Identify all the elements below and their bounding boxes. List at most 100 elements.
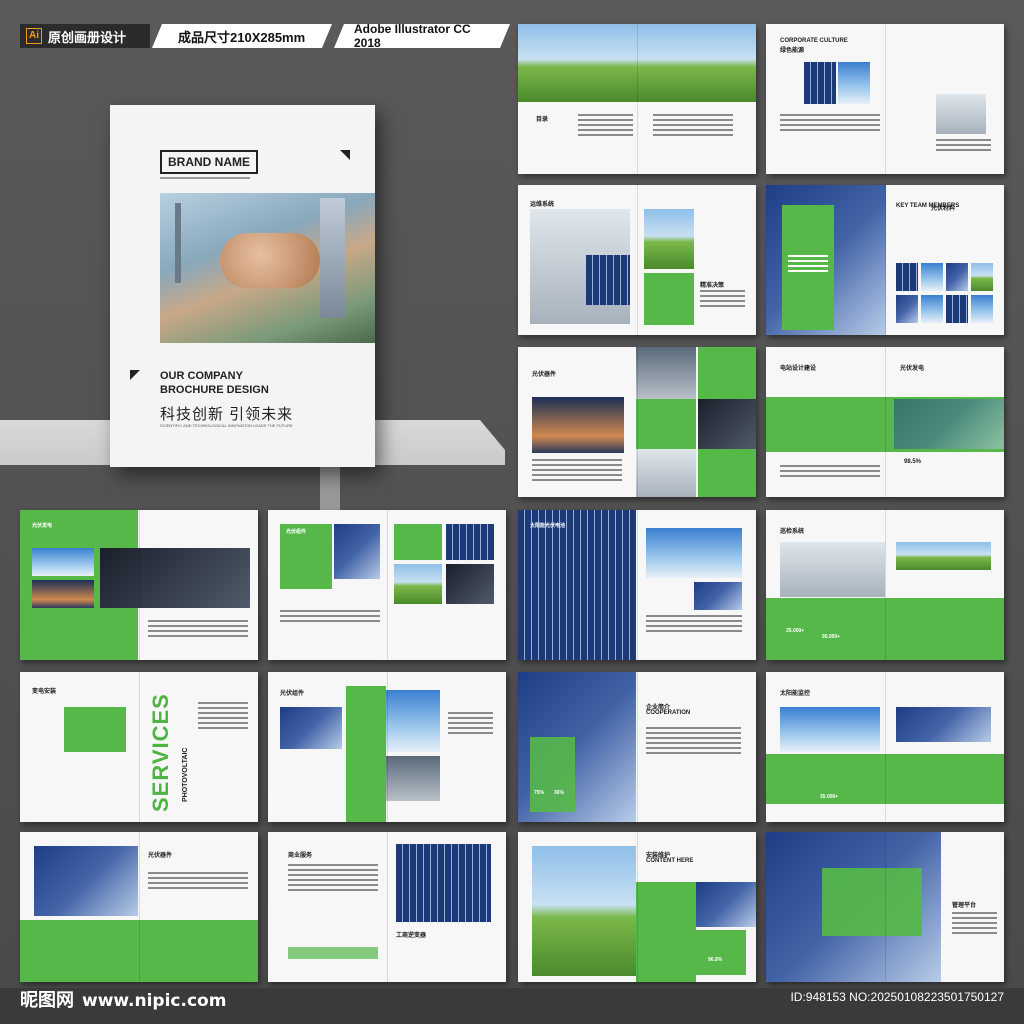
text-block: [700, 290, 745, 310]
handshake-photo: [160, 193, 375, 343]
spread-platform: 管理平台: [766, 832, 1004, 982]
spread-team: KEY TEAM MEMBERS 光伏材料: [766, 185, 1004, 335]
team-photo: [946, 263, 968, 291]
text-block: [646, 615, 742, 635]
stat-value-2: 95.000+: [822, 634, 841, 640]
spread-subtitle: CONTENT HERE: [646, 858, 694, 864]
spread-title: 电站设计建设: [780, 366, 817, 372]
text-block: [780, 465, 880, 480]
solar-photo: [896, 707, 991, 742]
turbine-photo: [780, 707, 880, 752]
cover-slogan-en: SCIENTIFIC AND TECHNOLOGICAL INNOVATION …: [160, 423, 293, 428]
text-block: [198, 702, 248, 732]
landscape-photo: [518, 24, 756, 102]
meadow-photo: [532, 846, 636, 976]
spread-title: 管理平台: [952, 903, 977, 909]
text-block: [646, 727, 741, 757]
green-block: [64, 707, 126, 752]
spread-devices: 光伏器件: [518, 347, 756, 497]
green-block: [698, 449, 756, 497]
spread-contents: 目录: [518, 24, 756, 174]
green-band: [20, 920, 258, 982]
site-logo[interactable]: 昵图网 www.nipic.com: [20, 986, 226, 1012]
green-band: [766, 754, 1004, 804]
worker-photo: [698, 399, 756, 449]
spread-title: 运维系统: [530, 202, 555, 208]
spread-title: 光伏器件: [532, 372, 557, 378]
spread-business: 商业服务 工商逆变器: [268, 832, 506, 982]
spread-title: 变电安装: [32, 689, 57, 695]
text-block: [280, 610, 380, 625]
spread-operations: 运维系统 精准决策: [518, 185, 756, 335]
worker-photo: [446, 564, 494, 604]
tower-photo: [32, 548, 94, 576]
solar-photo: [446, 524, 494, 560]
header-software-label: Adobe Illustrator CC 2018: [354, 22, 471, 50]
spread-components-a: 光伏组件: [268, 510, 506, 660]
stat-value-1: 35.000+: [786, 628, 805, 634]
green-column: [636, 882, 696, 982]
text-block: [148, 872, 248, 892]
solar-photo: [694, 582, 742, 610]
spread-cooperation: 75% 36% 企业简介 COOPERATION: [518, 672, 756, 822]
text-block: [936, 139, 991, 154]
team-photo: [921, 263, 943, 291]
green-block: [644, 273, 694, 325]
green-overlay: [822, 868, 922, 936]
spread-monitoring: 太阳能监控 35.000+: [766, 672, 1004, 822]
stat-value: 98.5%: [904, 459, 922, 465]
solar-photo: [334, 524, 380, 579]
solar-photo: [586, 255, 630, 305]
solar-photo: [34, 846, 138, 916]
desk-leg: [320, 465, 340, 510]
team-photo: [971, 295, 993, 323]
team-photo: [946, 295, 968, 323]
house-photo: [896, 542, 991, 570]
solar-closeup-photo: [518, 510, 636, 660]
spread-subtitle: 光伏材料: [931, 206, 956, 212]
spread-title: 太阳能监控: [780, 691, 811, 697]
text-block: [578, 114, 633, 139]
brochure-cover: BRAND NAME OUR COMPANY BROCHURE DESIGN 科…: [110, 105, 375, 467]
green-block: [696, 930, 746, 975]
spread-title: 目录: [536, 117, 549, 123]
stat-value: 35.000+: [820, 794, 839, 800]
spread-tag: 精准决策: [700, 283, 725, 289]
spread-devices-b: 光伏器件: [20, 832, 258, 982]
header-tag-software: Adobe Illustrator CC 2018: [334, 24, 510, 48]
header-tag-design: Ai 原创画册设计: [20, 24, 150, 48]
image-id: ID:948153 NO:20250108223501750127: [790, 990, 1004, 1004]
spread-inspection: 巡检系统 35.000+ 95.000+: [766, 510, 1004, 660]
header-tag-label: 原创画册设计: [48, 29, 127, 45]
stat-value-2: 36%: [554, 790, 565, 796]
spread-culture: CORPORATE CULTURE 绿色能源: [766, 24, 1004, 174]
factory-photo: [386, 756, 440, 801]
solar-overlay-photo: [894, 399, 1004, 449]
spread-components-b: 光伏组件: [268, 672, 506, 822]
text-block: [448, 712, 493, 737]
spread-maintenance: 安装维护 CONTENT HERE 96.8%: [518, 832, 756, 982]
text-block: [288, 864, 378, 894]
stat-value-1: 75%: [534, 790, 545, 796]
solar-photo: [280, 707, 342, 749]
spread-subtitle: 光伏发电: [900, 366, 925, 372]
spread-title: 太阳能光伏电池: [530, 523, 566, 529]
pylon-photo: [386, 690, 440, 752]
site-url[interactable]: www.nipic.com: [82, 991, 226, 1011]
spread-services: 变电安装 SERVICES PHOTOVOLTAIC: [20, 672, 258, 822]
cover-slogan-cn: 科技创新 引领未来: [160, 406, 294, 423]
text-block: [653, 114, 733, 139]
sunset-panel-photo: [532, 397, 624, 453]
tank-photo: [636, 347, 696, 399]
solar-field-photo: [646, 528, 742, 578]
spread-station: 电站设计建设 光伏发电 98.5%: [766, 347, 1004, 497]
brand-sub-line: [160, 175, 250, 179]
cover-title-line2: BROCHURE DESIGN: [160, 384, 269, 396]
spread-subtitle: 工商逆变器: [396, 933, 427, 939]
solar-photo: [696, 882, 756, 927]
text-block: [780, 114, 880, 134]
tower-shape: [175, 203, 181, 283]
text-block: [952, 912, 997, 937]
bar-chart-shape: [288, 947, 378, 959]
photo-grid: [396, 844, 491, 922]
